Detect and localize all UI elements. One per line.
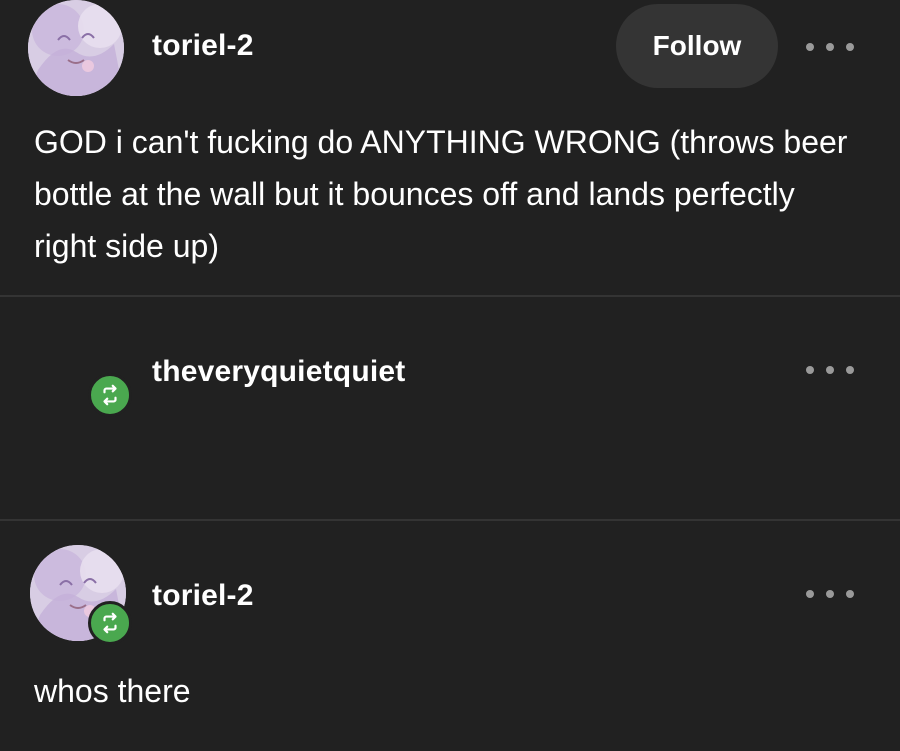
reblog-body: whos there	[34, 673, 191, 709]
dot	[826, 43, 834, 51]
post-author-name[interactable]: toriel-2	[152, 29, 254, 63]
dot	[806, 43, 814, 51]
reblog-entry: theveryquietquiet	[0, 297, 900, 519]
more-options-icon[interactable]	[806, 360, 854, 380]
reblog-entry: toriel-2 whos there	[0, 521, 900, 751]
avatar-image	[28, 0, 124, 96]
post-body: GOD i can't fucking do ANYTHING WRONG (t…	[34, 124, 848, 264]
reblog-author-name[interactable]: theveryquietquiet	[152, 355, 405, 389]
more-options-icon[interactable]	[806, 37, 854, 57]
dot	[846, 43, 854, 51]
more-options-icon[interactable]	[806, 584, 854, 604]
reblog-icon	[88, 601, 132, 645]
dot	[846, 366, 854, 374]
dot	[826, 366, 834, 374]
dot	[846, 590, 854, 598]
dot	[806, 590, 814, 598]
avatar[interactable]	[28, 0, 124, 96]
dot	[806, 366, 814, 374]
reblog-arrows-icon	[103, 384, 117, 406]
reblog-author-name[interactable]: toriel-2	[152, 579, 254, 613]
reblog-arrows-icon	[103, 612, 117, 634]
follow-button[interactable]: Follow	[616, 4, 778, 88]
dot	[826, 590, 834, 598]
reblog-icon	[88, 373, 132, 417]
original-post: toriel-2 Follow GOD i can't fucking do A…	[0, 0, 900, 296]
